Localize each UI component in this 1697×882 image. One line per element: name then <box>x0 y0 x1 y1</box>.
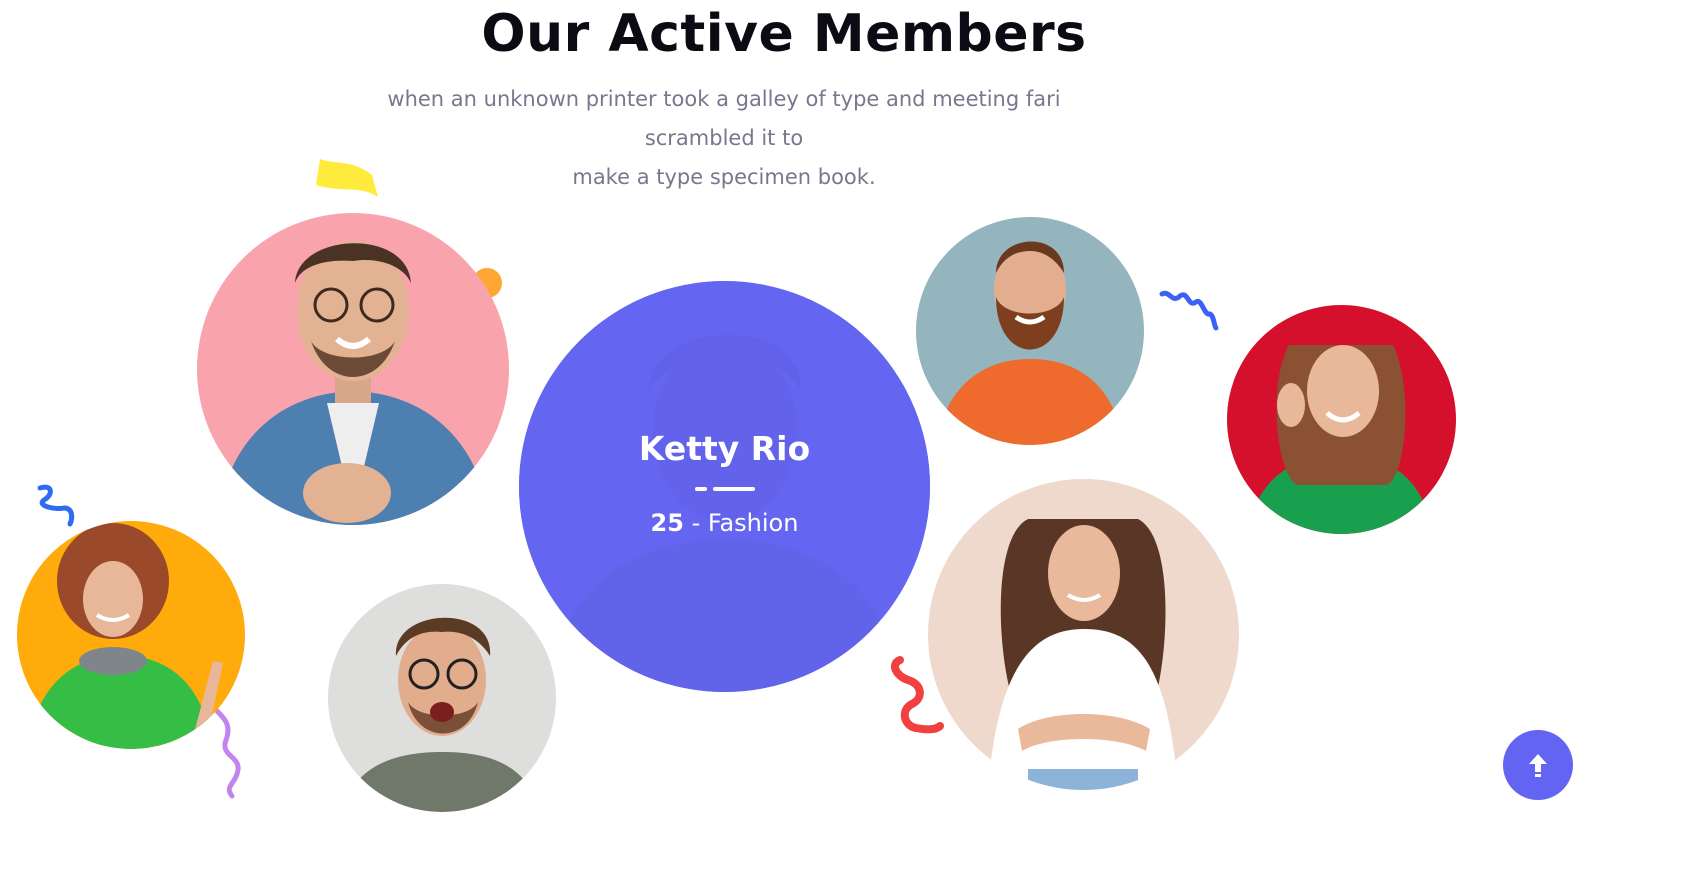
purple-squiggle-decoration <box>209 703 241 799</box>
featured-member-meta: 25 - Fashion <box>519 509 930 537</box>
subtitle-line-1: when an unknown printer took a galley of… <box>387 87 1061 150</box>
featured-member-category: Fashion <box>707 509 799 537</box>
blue-squiggle-decoration <box>1159 290 1219 331</box>
section-subtitle: when an unknown printer took a galley of… <box>334 80 1114 197</box>
featured-member-card[interactable]: Ketty Rio 25 - Fashion <box>519 281 930 692</box>
member-avatar-man-glasses-denim[interactable] <box>197 213 509 525</box>
member-photo <box>1227 305 1456 534</box>
member-avatar-woman-white-tshirt[interactable] <box>928 479 1239 790</box>
featured-member-age: 25 <box>650 509 684 537</box>
scroll-to-top-button[interactable] <box>1503 730 1573 800</box>
featured-divider <box>695 487 755 491</box>
member-photo <box>197 213 509 525</box>
featured-meta-separator: - <box>683 509 708 537</box>
member-photo <box>928 479 1239 790</box>
member-avatar-woman-green-sweater[interactable] <box>1227 305 1456 534</box>
member-avatar-woman-curly-headphones[interactable] <box>17 521 245 749</box>
arrow-up-icon <box>1529 754 1547 777</box>
featured-member-name: Ketty Rio <box>638 429 811 468</box>
member-photo <box>17 521 245 749</box>
member-avatar-man-beard-orange[interactable] <box>916 217 1144 445</box>
blue-squiggle-decoration-left <box>37 484 75 527</box>
yellow-flag-decoration <box>316 159 378 197</box>
section-title: Our Active Members <box>481 4 1087 64</box>
member-photo <box>916 217 1144 445</box>
subtitle-line-2: make a type specimen book. <box>572 165 876 189</box>
